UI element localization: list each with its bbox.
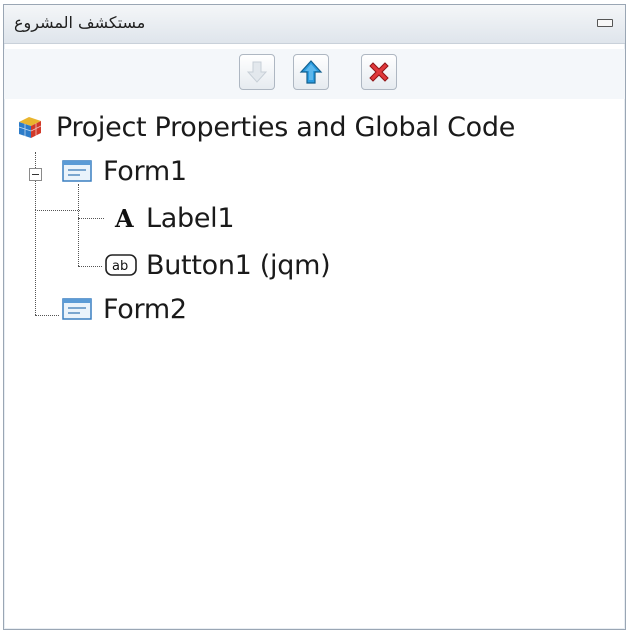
tree-item-label: Form1 [103, 155, 187, 187]
tree-connector [78, 184, 79, 266]
tree-connector [35, 210, 36, 315]
tree-connector [78, 218, 104, 219]
tree-item-label: Form2 [103, 293, 187, 325]
minimize-button[interactable] [597, 19, 613, 27]
move-down-icon [246, 61, 268, 83]
move-down-button[interactable] [239, 54, 275, 90]
tree-item-project-properties[interactable]: Project Properties and Global Code [16, 110, 515, 144]
project-cube-icon [16, 114, 46, 140]
tree-item-form1[interactable]: Form1 [61, 154, 187, 188]
move-up-button[interactable] [293, 54, 329, 90]
form-icon [61, 158, 95, 184]
tree-connector [35, 152, 36, 210]
window-title: مستكشف المشروع [14, 13, 146, 32]
button-ab-icon: ab [104, 252, 138, 278]
tree-connector [35, 210, 80, 211]
svg-text:A: A [114, 204, 134, 232]
tree-item-label: Button1 (jqm) [146, 249, 331, 281]
label-a-icon: A [112, 204, 138, 233]
project-tree: Project Properties and Global Code Form1… [4, 100, 625, 629]
tree-item-label: Project Properties and Global Code [56, 111, 516, 143]
move-up-icon [299, 60, 323, 84]
tree-item-label: Label1 [146, 202, 235, 234]
title-bar: مستكشف المشروع [4, 5, 625, 44]
delete-button[interactable] [361, 54, 397, 90]
tree-item-form2[interactable]: Form2 [61, 292, 187, 326]
tree-connector [35, 315, 59, 316]
tree-connector [78, 266, 102, 267]
form-icon [61, 296, 95, 322]
project-explorer-panel: مستكشف المشروع Project Properties and Gl… [3, 4, 626, 630]
delete-icon [369, 62, 389, 82]
toolbar [4, 49, 625, 99]
collapse-toggle[interactable] [29, 168, 42, 181]
tree-item-label1[interactable]: A Label1 [112, 201, 235, 235]
tree-item-button1[interactable]: ab Button1 (jqm) [104, 248, 331, 282]
svg-text:ab: ab [112, 259, 128, 274]
